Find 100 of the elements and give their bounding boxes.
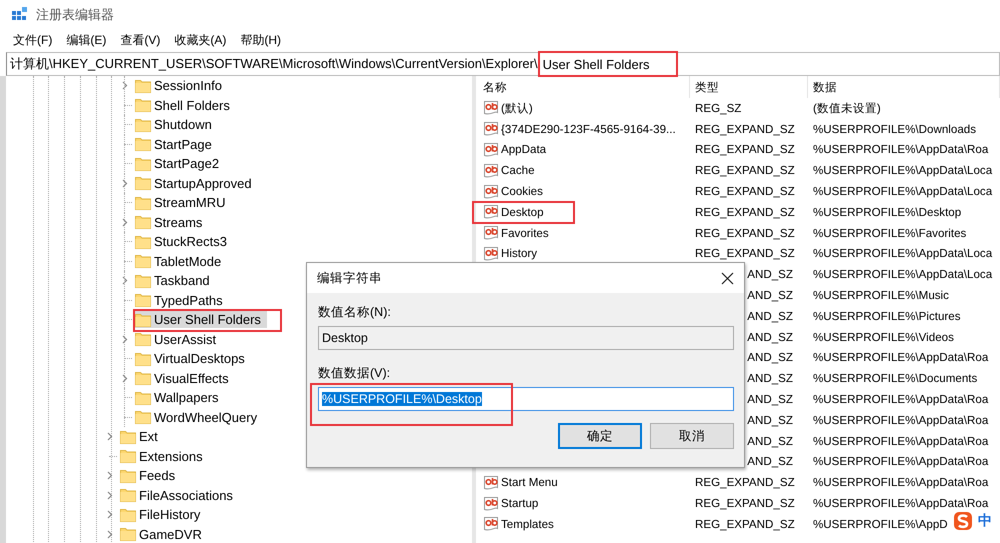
string-value-icon — [483, 121, 499, 138]
tree-item[interactable]: SessionInfo — [134, 77, 228, 94]
tree-item[interactable]: WordWheelQuery — [134, 408, 264, 426]
value-type: REG_EXPAND_SZ — [695, 206, 795, 219]
value-name[interactable]: Cookies — [501, 185, 543, 198]
string-value-icon — [483, 516, 499, 532]
folder-icon — [120, 488, 136, 502]
value-name[interactable]: Templates — [501, 518, 554, 531]
dialog-title: 编辑字符串 — [317, 270, 382, 286]
tree-item[interactable]: Taskband — [134, 272, 216, 290]
tree-item[interactable]: GameDVR — [119, 526, 208, 543]
value-name[interactable]: AppData — [501, 143, 546, 156]
folder-icon — [135, 234, 151, 249]
expand-icon[interactable] — [122, 374, 128, 383]
menu-item[interactable]: 收藏夹(A) — [167, 32, 234, 48]
string-value-icon — [483, 204, 499, 220]
value-data: %USERPROFILE%\Downloads — [813, 122, 976, 136]
tree-item[interactable]: VirtualDesktops — [134, 350, 251, 368]
menu-item[interactable]: 查看(V) — [113, 32, 168, 48]
folder-icon — [135, 98, 151, 112]
column-header[interactable]: 数据 — [808, 76, 1000, 98]
tree-item[interactable]: Ext — [119, 428, 164, 446]
value-data: %USERPROFILE%\AppData\Roa — [813, 434, 988, 448]
tree-item[interactable]: StartupApproved — [134, 174, 258, 192]
folder-icon — [135, 215, 151, 230]
expand-icon[interactable] — [122, 178, 128, 188]
value-type: AND_SZ — [747, 414, 793, 427]
expand-icon[interactable] — [122, 334, 128, 344]
folder-icon — [135, 156, 151, 171]
value-type: REG_EXPAND_SZ — [695, 143, 795, 156]
dialog-button[interactable]: 确定 — [558, 423, 642, 449]
expand-icon[interactable] — [107, 510, 113, 520]
expand-icon[interactable] — [122, 81, 128, 90]
folder-icon — [135, 118, 151, 132]
tree-item[interactable]: Extensions — [119, 448, 209, 465]
expand-icon[interactable] — [107, 432, 113, 442]
value-name[interactable]: Startup — [501, 497, 538, 510]
window-title: 注册表编辑器 — [36, 6, 114, 24]
folder-icon — [135, 78, 151, 93]
tree-item[interactable]: StreamMRU — [134, 194, 232, 212]
string-value-icon — [483, 474, 499, 491]
value-name[interactable]: (默认) — [501, 100, 533, 116]
tree-item[interactable]: User Shell Folders — [134, 311, 267, 328]
value-type: REG_SZ — [695, 102, 742, 115]
menu-item[interactable]: 帮助(H) — [233, 32, 288, 48]
tree-item[interactable]: FileHistory — [119, 506, 206, 524]
folder-icon — [120, 508, 136, 522]
folder-icon — [135, 332, 151, 346]
tree-item[interactable]: Shutdown — [134, 116, 218, 134]
value-data: %USERPROFILE%\AppData\Roa — [813, 414, 988, 427]
tree-item[interactable]: StartPage2 — [134, 155, 226, 172]
expand-icon[interactable] — [122, 276, 128, 286]
tree-item[interactable]: TabletMode — [134, 252, 228, 270]
tree-item[interactable]: Shell Folders — [134, 96, 236, 114]
expand-icon[interactable] — [107, 471, 113, 480]
menu-item[interactable]: 编辑(E) — [59, 32, 114, 48]
tree-item[interactable]: UserAssist — [134, 330, 222, 348]
value-type: AND_SZ — [747, 455, 793, 468]
folder-icon — [120, 527, 136, 542]
tree-item[interactable]: FileAssociations — [119, 486, 239, 504]
folder-icon — [135, 293, 151, 308]
expand-icon[interactable] — [107, 490, 113, 500]
value-name[interactable]: Start Menu — [501, 476, 558, 490]
value-name[interactable]: {374DE290-123F-4565-9164-39... — [501, 122, 676, 136]
value-data: %USERPROFILE%\AppData\Roa — [813, 393, 988, 406]
folder-icon — [135, 371, 151, 386]
string-value-icon — [483, 100, 499, 116]
value-name[interactable]: Favorites — [501, 226, 549, 240]
value-type: AND_SZ — [747, 268, 793, 282]
value-data: %USERPROFILE%\AppData\Roa — [813, 476, 988, 490]
folder-icon — [120, 430, 136, 444]
close-icon[interactable] — [721, 272, 734, 284]
dialog-button[interactable]: 取消 — [650, 423, 734, 449]
expand-icon[interactable] — [107, 530, 113, 539]
expand-icon[interactable] — [122, 218, 128, 227]
menu-item[interactable]: 文件(F) — [6, 32, 60, 48]
value-name[interactable]: History — [501, 247, 538, 260]
tree-item[interactable]: StartPage — [134, 136, 218, 153]
value-type: REG_EXPAND_SZ — [695, 476, 795, 490]
value-data: %USERPROFILE%\AppData\Roa — [813, 143, 988, 156]
column-header[interactable]: 名称 — [476, 76, 690, 98]
tree-item[interactable]: Streams — [134, 214, 208, 231]
tree-item[interactable]: TypedPaths — [134, 292, 229, 309]
tree-item[interactable]: Feeds — [119, 467, 182, 484]
string-value-icon — [483, 162, 499, 179]
string-value-icon — [483, 142, 499, 158]
value-data: %USERPROFILE%\Desktop — [813, 206, 962, 219]
value-name[interactable]: Desktop — [501, 206, 544, 219]
value-data: %USERPROFILE%\AppD — [813, 518, 948, 531]
name-field[interactable]: Desktop — [318, 326, 734, 350]
value-type: REG_EXPAND_SZ — [695, 122, 795, 136]
value-type: AND_SZ — [747, 434, 793, 448]
value-data: %USERPROFILE%\Videos — [813, 330, 954, 344]
column-header[interactable]: 类型 — [690, 76, 808, 98]
tree-item[interactable]: Wallpapers — [134, 389, 225, 406]
value-field[interactable]: %USERPROFILE%\Desktop — [318, 387, 734, 411]
value-data: %USERPROFILE%\AppData\Roa — [813, 455, 988, 468]
tree-item[interactable]: StuckRects3 — [134, 233, 233, 250]
tree-item[interactable]: VisualEffects — [134, 370, 235, 387]
value-name[interactable]: Cache — [501, 164, 535, 178]
